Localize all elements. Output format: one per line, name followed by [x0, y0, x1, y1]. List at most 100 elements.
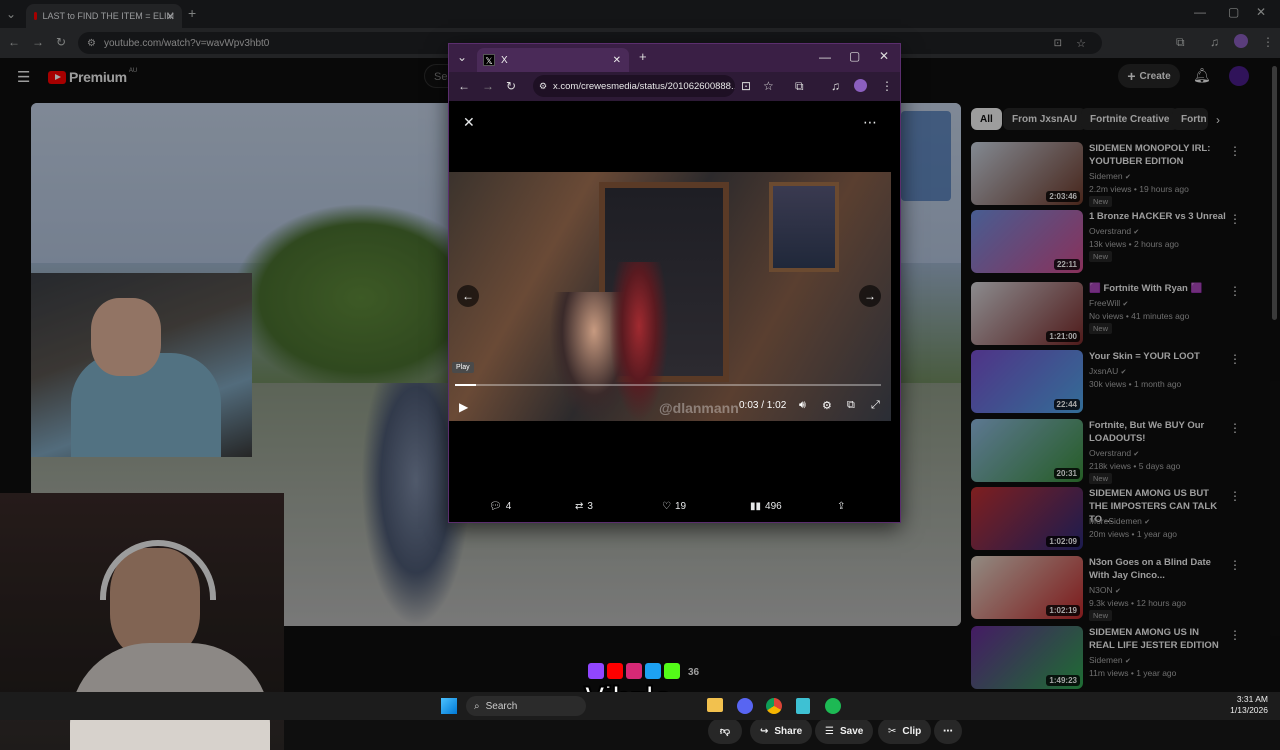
- save-button[interactable]: ☰ Save: [815, 718, 874, 744]
- install-app-icon[interactable]: ⊡: [1054, 38, 1062, 49]
- close-media-icon[interactable]: ✕: [463, 115, 475, 129]
- new-tab-icon[interactable]: +: [188, 6, 196, 20]
- video-more-options-icon[interactable]: ⋮: [1229, 352, 1241, 366]
- x-close-window-icon[interactable]: ✕: [879, 50, 889, 62]
- clock-time[interactable]: 3:31 AM: [1226, 694, 1268, 704]
- chip-fortnite-creative[interactable]: Fortnite Creative: [1081, 108, 1179, 130]
- x-maximize-icon[interactable]: ▢: [849, 50, 860, 62]
- x-new-tab-icon[interactable]: +: [639, 50, 647, 63]
- chip-fortnite[interactable]: Fortn: [1172, 108, 1208, 130]
- video-title[interactable]: Fortnite, But We BUY Our LOADOUTS!: [1089, 419, 1227, 445]
- spotify-icon[interactable]: [825, 698, 841, 714]
- reply-button[interactable]: 💬︎ 4: [489, 501, 511, 512]
- more-actions-button[interactable]: ⋯: [934, 718, 962, 744]
- close-window-icon[interactable]: ✕: [1256, 6, 1266, 18]
- video-more-options-icon[interactable]: ⋮: [1229, 212, 1241, 226]
- picture-in-picture-icon[interactable]: ⧉: [847, 399, 855, 412]
- recommendation-item[interactable]: 1:02:09 SIDEMEN AMONG US BUT THE IMPOSTER…: [971, 487, 1251, 551]
- channel-name[interactable]: MoreSidemen ✔: [1089, 516, 1150, 526]
- video-title[interactable]: N3on Goes on a Blind Date With Jay Cinco…: [1089, 556, 1227, 582]
- play-button[interactable]: ▶: [459, 400, 468, 414]
- video-thumbnail[interactable]: 1:21:00: [971, 282, 1083, 345]
- x-bookmark-icon[interactable]: ☆: [763, 80, 774, 92]
- notifications-bell-icon[interactable]: 🔔︎: [1193, 68, 1211, 82]
- video-more-options-icon[interactable]: ⋮: [1229, 421, 1241, 435]
- recommendation-item[interactable]: 1:21:00 🟪 Fortnite With Ryan 🟪 FreeWill ✔ N…: [971, 282, 1251, 346]
- fullscreen-icon[interactable]: ⤢: [871, 399, 880, 412]
- video-title[interactable]: SIDEMEN MONOPOLY IRL: YOUTUBER EDITION: [1089, 142, 1227, 168]
- x-back-icon[interactable]: ←: [458, 80, 470, 92]
- x-browser-tab[interactable]: 𝕏 X ✕: [477, 48, 629, 72]
- page-scrollbar[interactable]: [1272, 66, 1277, 320]
- youtube-logo[interactable]: Premium AU: [48, 68, 137, 85]
- video-title[interactable]: 1 Bronze HACKER vs 3 Unreal: [1089, 210, 1227, 223]
- dislike-button[interactable]: 👎︎: [708, 718, 742, 744]
- media-next-arrow-icon[interactable]: →: [859, 285, 881, 307]
- settings-gear-icon[interactable]: ⚙: [822, 399, 832, 412]
- media-prev-arrow-icon[interactable]: ←: [457, 285, 479, 307]
- video-title[interactable]: 🟪 Fortnite With Ryan 🟪: [1089, 282, 1227, 295]
- chip-all[interactable]: All: [971, 108, 1002, 130]
- video-thumbnail[interactable]: 1:02:09: [971, 487, 1083, 550]
- recommendation-item[interactable]: 1:49:23 SIDEMEN AMONG US IN REAL LIFE JES…: [971, 626, 1251, 690]
- repost-button[interactable]: ⇄ 3: [575, 501, 593, 512]
- video-thumbnail[interactable]: 22:11: [971, 210, 1083, 273]
- x-reload-icon[interactable]: ↻: [506, 80, 516, 92]
- media-icon[interactable]: ♫: [1210, 36, 1219, 48]
- chips-next-arrow-icon[interactable]: ›: [1216, 114, 1220, 126]
- clip-button[interactable]: ✂ Clip: [878, 718, 932, 744]
- video-title[interactable]: Your Skin = YOUR LOOT: [1089, 350, 1227, 363]
- x-minimize-icon[interactable]: —: [819, 51, 831, 63]
- recommendation-item[interactable]: 2:03:46 SIDEMEN MONOPOLY IRL: YOUTUBER ED…: [971, 142, 1251, 207]
- channel-name[interactable]: FreeWill ✔: [1089, 298, 1128, 308]
- video-more-options-icon[interactable]: ⋮: [1229, 144, 1241, 158]
- recommendation-item[interactable]: 1:02:19 N3on Goes on a Blind Date With Ja…: [971, 556, 1251, 621]
- channel-name[interactable]: N3ON ✔: [1089, 585, 1121, 595]
- start-windows-icon[interactable]: [441, 698, 457, 714]
- x-address-bar[interactable]: ⚙ x.com/crewesmedia/status/201062600888.…: [533, 75, 735, 97]
- browser-menu-icon[interactable]: ⋮: [1262, 36, 1274, 48]
- reload-icon[interactable]: ↻: [56, 36, 66, 48]
- discord-icon[interactable]: [737, 698, 753, 714]
- like-button[interactable]: ♡ 19: [662, 501, 686, 512]
- minimize-icon[interactable]: —: [1194, 6, 1206, 18]
- create-button[interactable]: + Create: [1118, 64, 1180, 88]
- back-icon[interactable]: ←: [8, 36, 20, 48]
- taskbar-search[interactable]: ⌕ Search: [466, 696, 586, 716]
- tab-search-icon[interactable]: ⌄: [6, 8, 16, 20]
- profile-avatar-icon[interactable]: [1234, 34, 1248, 48]
- x-forward-icon[interactable]: →: [482, 80, 494, 92]
- file-explorer-icon[interactable]: [707, 698, 723, 712]
- x-extensions-icon[interactable]: ⧉: [795, 80, 804, 92]
- x-tab-search-icon[interactable]: ⌄: [457, 51, 467, 63]
- x-menu-icon[interactable]: ⋮: [881, 80, 893, 92]
- video-more-options-icon[interactable]: ⋮: [1229, 284, 1241, 298]
- x-close-tab-icon[interactable]: ✕: [613, 55, 621, 66]
- video-thumbnail[interactable]: 1:02:19: [971, 556, 1083, 619]
- clock-date[interactable]: 1/13/2026: [1218, 705, 1268, 715]
- account-avatar[interactable]: [1229, 66, 1249, 86]
- video-thumbnail[interactable]: 22:44: [971, 350, 1083, 413]
- video-more-options-icon[interactable]: ⋮: [1229, 628, 1241, 642]
- video-thumbnail[interactable]: 1:49:23: [971, 626, 1083, 689]
- video-title[interactable]: SIDEMEN AMONG US IN REAL LIFE JESTER EDI…: [1089, 626, 1227, 652]
- x-profile-icon[interactable]: [854, 79, 867, 92]
- volume-icon[interactable]: 🔊︎: [799, 399, 806, 412]
- video-thumbnail[interactable]: 2:03:46: [971, 142, 1083, 205]
- recommendation-item[interactable]: 20:31 Fortnite, But We BUY Our LOADOUTS! O…: [971, 419, 1251, 484]
- channel-name[interactable]: Sidemen ✔: [1089, 655, 1131, 665]
- video-more-options-icon[interactable]: ⋮: [1229, 489, 1241, 503]
- channel-name[interactable]: Overstrand ✔: [1089, 448, 1139, 458]
- video-thumbnail[interactable]: 20:31: [971, 419, 1083, 482]
- notepad-icon[interactable]: [796, 698, 810, 714]
- views-button[interactable]: ▮▮ 496: [750, 501, 782, 512]
- x-media-icon[interactable]: ♫: [831, 80, 840, 92]
- video-progress-track[interactable]: [455, 384, 881, 386]
- site-info-icon[interactable]: ⚙: [87, 38, 96, 49]
- share-button[interactable]: ↪ Share: [750, 718, 813, 744]
- hamburger-menu-icon[interactable]: ☰: [17, 70, 30, 85]
- close-tab-icon[interactable]: ✕: [166, 10, 175, 23]
- channel-name[interactable]: JxsnAU ✔: [1089, 366, 1127, 376]
- forward-icon[interactable]: →: [32, 36, 44, 48]
- x-site-info-icon[interactable]: ⚙: [539, 81, 547, 92]
